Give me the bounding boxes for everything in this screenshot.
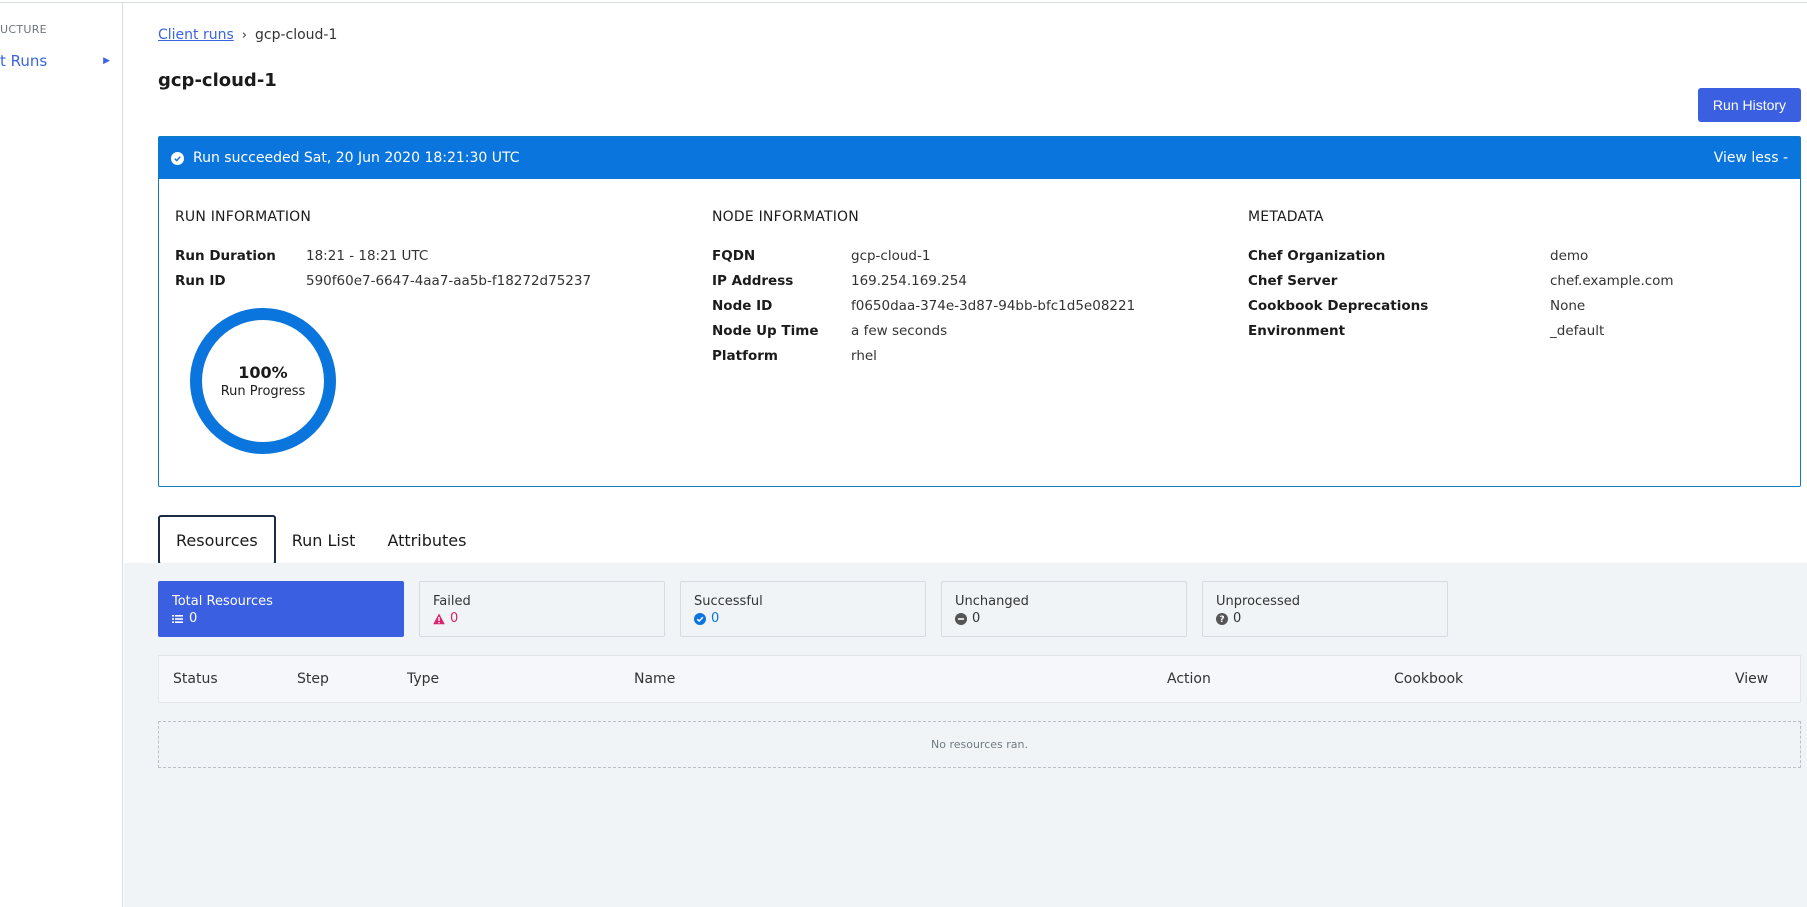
resources-panel: Total Resources 0 Failed 0 Successful 0 … [124, 563, 1807, 907]
node-information-section: NODE INFORMATION FQDN gcp-cloud-1 IP Add… [712, 209, 1135, 368]
run-history-button[interactable]: Run History [1698, 88, 1801, 122]
stat-label: Failed [433, 594, 471, 609]
info-key: Environment [1248, 322, 1346, 339]
tab-bar: Resources Run List Attributes [158, 515, 482, 565]
check-circle-icon [694, 612, 706, 625]
info-value: a few seconds [851, 322, 948, 339]
stat-value: 0 [972, 611, 981, 626]
info-value: rhel [851, 347, 877, 364]
info-value: 590f60e7-6647-4aa7-aa5b-f18272d75237 [306, 272, 592, 289]
stat-total-resources[interactable]: Total Resources 0 [158, 581, 404, 637]
breadcrumb: Client runs › gcp-cloud-1 [158, 27, 337, 43]
stat-value: 0 [450, 611, 459, 626]
sidebar-item-client-runs[interactable]: t Runs ▶ [0, 49, 110, 73]
stat-unprocessed[interactable]: Unprocessed ? 0 [1202, 581, 1448, 637]
info-row: IP Address 169.254.169.254 [712, 268, 1135, 293]
tab-attributes[interactable]: Attributes [371, 515, 482, 565]
info-key: Chef Organization [1248, 247, 1386, 264]
run-summary-card: Run succeeded Sat, 20 Jun 2020 18:21:30 … [158, 136, 1801, 487]
svg-text:?: ? [1219, 615, 1224, 625]
info-value: None [1550, 297, 1586, 314]
info-row: Chef Server chef.example.com [1248, 268, 1674, 293]
run-information-heading: RUN INFORMATION [175, 209, 312, 225]
info-key: Chef Server [1248, 272, 1338, 289]
info-key: FQDN [712, 247, 756, 264]
stat-label: Unprocessed [1216, 594, 1300, 609]
column-header-action[interactable]: Action [1167, 671, 1211, 687]
info-value: demo [1550, 247, 1589, 264]
info-value: 169.254.169.254 [851, 272, 967, 289]
info-row: Environment _default [1248, 318, 1674, 343]
info-value: 18:21 - 18:21 UTC [306, 247, 429, 264]
main-content: Client runs › gcp-cloud-1 gcp-cloud-1 Ru… [124, 3, 1807, 907]
info-key: Run ID [175, 272, 226, 289]
run-status-text: Run succeeded Sat, 20 Jun 2020 18:21:30 … [193, 150, 520, 166]
tab-run-list[interactable]: Run List [276, 515, 372, 565]
run-progress-label: 100% Run Progress [189, 307, 337, 455]
minus-circle-icon [955, 612, 967, 625]
info-row: Node ID f0650daa-374e-3d87-94bb-bfc1d5e0… [712, 293, 1135, 318]
run-progress-percent: 100% [238, 363, 288, 382]
stat-label: Unchanged [955, 594, 1029, 609]
question-circle-icon: ? [1216, 612, 1228, 625]
breadcrumb-current: gcp-cloud-1 [254, 27, 338, 43]
view-less-toggle[interactable]: View less - [1714, 150, 1788, 166]
stat-value: 0 [711, 611, 720, 626]
sidebar: UCTURE t Runs ▶ [0, 3, 123, 907]
stat-successful[interactable]: Successful 0 [680, 581, 926, 637]
column-header-view[interactable]: View [1735, 671, 1768, 687]
stat-label: Total Resources [172, 594, 273, 609]
info-value: chef.example.com [1550, 272, 1674, 289]
metadata-section: METADATA Chef Organization demo Chef Ser… [1248, 209, 1674, 343]
column-header-status[interactable]: Status [173, 671, 218, 687]
run-progress-text: Run Progress [220, 384, 306, 399]
resources-table-header: Status Step Type Name Action Cookbook Vi… [158, 655, 1801, 703]
info-key: IP Address [712, 272, 794, 289]
warning-icon [433, 613, 445, 624]
info-key: Platform [712, 347, 778, 364]
info-key: Run Duration [175, 247, 276, 264]
info-row: Chef Organization demo [1248, 243, 1674, 268]
list-icon [172, 614, 183, 623]
sidebar-item-label: t Runs [0, 52, 48, 70]
stat-failed[interactable]: Failed 0 [419, 581, 665, 637]
tab-resources[interactable]: Resources [158, 515, 276, 565]
run-information-section: RUN INFORMATION Run Duration 18:21 - 18:… [175, 209, 591, 293]
info-value: f0650daa-374e-3d87-94bb-bfc1d5e08221 [851, 297, 1136, 314]
caret-right-icon: ▶ [103, 56, 110, 66]
column-header-name[interactable]: Name [634, 671, 675, 687]
info-row: FQDN gcp-cloud-1 [712, 243, 1135, 268]
sidebar-section-heading: UCTURE [0, 23, 47, 36]
column-header-cookbook[interactable]: Cookbook [1394, 671, 1463, 687]
info-row: Node Up Time a few seconds [712, 318, 1135, 343]
empty-resources-message: No resources ran. [158, 721, 1801, 768]
stat-value: 0 [1233, 611, 1242, 626]
info-row: Cookbook Deprecations None [1248, 293, 1674, 318]
info-row: Run Duration 18:21 - 18:21 UTC [175, 243, 591, 268]
stat-unchanged[interactable]: Unchanged 0 [941, 581, 1187, 637]
column-header-step[interactable]: Step [297, 671, 329, 687]
node-information-heading: NODE INFORMATION [712, 209, 859, 225]
info-key: Node Up Time [712, 322, 819, 339]
info-key: Node ID [712, 297, 773, 314]
info-row: Platform rhel [712, 343, 1135, 368]
check-circle-icon [171, 151, 184, 165]
breadcrumb-client-runs-link[interactable]: Client runs [158, 27, 234, 43]
info-row: Run ID 590f60e7-6647-4aa7-aa5b-f18272d75… [175, 268, 591, 293]
metadata-heading: METADATA [1248, 209, 1324, 225]
stat-value: 0 [189, 611, 198, 626]
info-value: _default [1550, 322, 1605, 339]
info-value: gcp-cloud-1 [851, 247, 931, 264]
page-title: gcp-cloud-1 [158, 70, 277, 91]
info-key: Cookbook Deprecations [1248, 297, 1429, 314]
stat-label: Successful [694, 594, 763, 609]
run-status-banner: Run succeeded Sat, 20 Jun 2020 18:21:30 … [159, 137, 1800, 179]
column-header-type[interactable]: Type [407, 671, 439, 687]
chevron-right-icon: › [241, 27, 247, 43]
